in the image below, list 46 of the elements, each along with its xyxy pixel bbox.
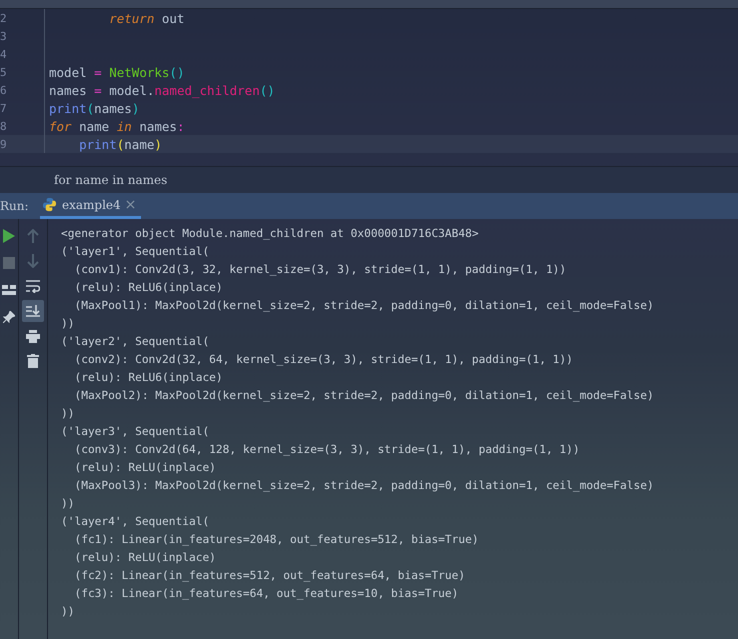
close-icon[interactable] xyxy=(126,200,135,209)
console-line: <generator object Module.named_children at 0x000001D716C3AB48> xyxy=(61,226,480,242)
console-line: )) xyxy=(61,316,76,332)
console-line: (MaxPool2): MaxPool2d(kernel_size=2, stride=2, padding=0, dilation=1, ceil_mode=False) xyxy=(73,388,654,404)
console-line: (fc1): Linear(in_features=2048, out_features=512, bias=True) xyxy=(73,532,480,548)
console-line: (fc2): Linear(in_features=512, out_features=64, bias=True) xyxy=(73,568,466,584)
layout-icon[interactable] xyxy=(2,284,16,296)
console-line: (relu): ReLU6(inplace) xyxy=(73,280,224,296)
pin-icon[interactable] xyxy=(3,311,15,323)
line-number: 8 xyxy=(0,120,8,132)
console-line: ('layer4', Sequential( xyxy=(61,514,210,530)
scroll-down-icon xyxy=(26,304,40,318)
code-line: for name in names: xyxy=(49,118,184,134)
line-number: 7 xyxy=(0,102,8,114)
console-line: (conv2): Conv2d(32, 64, kernel_size=(3, 3), stride=(1, 1), padding=(1, 1)) xyxy=(73,352,574,368)
run-tab[interactable]: example4 xyxy=(40,193,141,219)
line-number: 5 xyxy=(0,66,8,78)
code-line: return out xyxy=(108,10,184,26)
line-number: 3 xyxy=(0,30,8,42)
line-number: 2 xyxy=(0,12,8,24)
console-line: (conv1): Conv2d(3, 32, kernel_size=(3, 3), stride=(1, 1), padding=(1, 1)) xyxy=(73,262,568,278)
console-line: )) xyxy=(61,406,76,422)
code-line: print(name) xyxy=(78,136,162,152)
python-icon xyxy=(42,197,57,212)
line-number: 6 xyxy=(0,84,8,96)
console-line: (relu): ReLU6(inplace) xyxy=(73,370,224,386)
console-line: (relu): ReLU(inplace) xyxy=(73,550,217,566)
code-line: model = NetWorks() xyxy=(49,64,184,80)
console-line: (relu): ReLU(inplace) xyxy=(73,460,217,476)
console-line: )) xyxy=(61,496,76,512)
run-icon[interactable] xyxy=(3,229,15,243)
code-line: print(names) xyxy=(49,100,140,116)
line-number: 4 xyxy=(0,48,8,60)
scroll-to-end-button[interactable] xyxy=(22,300,44,322)
console-line: (conv3): Conv2d(64, 128, kernel_size=(3, 3), stride=(1, 1), padding=(1, 1)) xyxy=(73,442,581,458)
console-line: )) xyxy=(61,604,76,620)
code-line: names = model.named_children() xyxy=(49,82,275,98)
breadcrumb[interactable]: for name in names xyxy=(54,173,168,187)
line-number: 9 xyxy=(0,138,8,150)
run-label: Run: xyxy=(0,198,30,215)
console-line: ('layer2', Sequential( xyxy=(61,334,210,350)
console-line: ('layer3', Sequential( xyxy=(61,424,210,440)
console-line: (MaxPool1): MaxPool2d(kernel_size=2, stride=2, padding=0, dilation=1, ceil_mode=False) xyxy=(73,298,654,314)
console-line: (MaxPool3): MaxPool2d(kernel_size=2, stride=2, padding=0, dilation=1, ceil_mode=False) xyxy=(73,478,654,494)
console-line: ('layer1', Sequential( xyxy=(61,244,210,260)
console-line: (fc3): Linear(in_features=64, out_features=10, bias=True) xyxy=(73,586,460,602)
